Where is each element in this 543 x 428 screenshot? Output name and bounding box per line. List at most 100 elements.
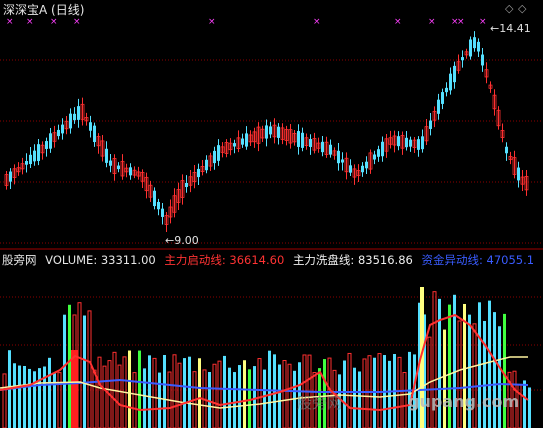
candle-body (361, 165, 364, 173)
nav-prev-icon[interactable]: ◇ (505, 2, 513, 15)
volume-bar (188, 356, 191, 428)
volume-bar (457, 320, 462, 428)
candle-body (213, 150, 216, 164)
volume-bar (63, 314, 66, 428)
volume-bar (198, 358, 201, 428)
volume-bar (263, 369, 266, 428)
volume-bar (343, 360, 346, 428)
candle-body (9, 171, 12, 182)
candle-body (337, 150, 340, 164)
candle-body (405, 137, 408, 148)
candle-body (157, 201, 160, 210)
volume-bar (43, 366, 46, 428)
candle-body (105, 148, 108, 163)
volume-bar (287, 363, 292, 428)
candle-body (93, 125, 96, 143)
volume-bar (28, 368, 31, 428)
watermark-cn: 股旁网 (297, 394, 343, 412)
volume-bar (212, 363, 217, 428)
candle-body (153, 190, 156, 207)
candle-body (461, 57, 464, 61)
volume-bar (388, 360, 391, 428)
volume-bar (92, 369, 97, 428)
candle-body (69, 113, 72, 129)
marker-x: × (208, 17, 216, 27)
volume-bar (278, 364, 281, 428)
volume-bar (2, 373, 7, 428)
volume-bar (148, 355, 151, 428)
candle-body (197, 168, 200, 178)
candle-body (29, 154, 32, 165)
volume-bar (48, 357, 51, 428)
volume-bar (128, 350, 131, 428)
candle-body (57, 129, 60, 137)
volume-bar (71, 350, 78, 428)
candle-body (89, 122, 92, 131)
marker-x: × (26, 17, 34, 27)
candle-body (265, 125, 268, 139)
candle-body (381, 141, 384, 157)
candle-body (245, 133, 248, 147)
volume-bar (253, 366, 256, 428)
volume-bar (163, 355, 166, 428)
candle-body (161, 208, 164, 217)
candle-body (185, 182, 188, 188)
volume-bar (397, 356, 402, 428)
volume-bar (377, 353, 382, 428)
volume-bar (183, 358, 186, 428)
volume-bar (443, 329, 446, 428)
volume-bar (23, 365, 26, 428)
marker-x: × (394, 17, 402, 27)
candle-body (477, 41, 480, 52)
indicator-name: 股旁网 (2, 253, 37, 267)
watermark-en: gupang.com (408, 392, 520, 411)
nav-next-icon[interactable]: ◇ (518, 2, 526, 15)
volume-bar (362, 358, 367, 428)
candle-body (469, 39, 472, 57)
marker-x: × (479, 17, 487, 27)
volume-bar (523, 380, 526, 428)
volume-bar (177, 362, 182, 428)
volume-bar (102, 365, 107, 428)
volume-bar (243, 360, 246, 428)
candle-body (437, 99, 440, 114)
candle-body (61, 124, 64, 134)
volume-bar (223, 355, 226, 428)
candle-body (473, 37, 476, 49)
volume-bar (347, 352, 352, 428)
volume-value: VOLUME: 33311.00 (45, 253, 156, 267)
kline-chart[interactable]: × × × × × × × × ×× × ←14.41←9.00 (0, 0, 543, 428)
candle-body (329, 144, 332, 155)
candle-body (49, 133, 52, 149)
marker-x: × (6, 17, 14, 27)
candle-body (421, 136, 424, 150)
candle-body (73, 113, 76, 121)
volume-bar (138, 350, 141, 428)
candle-body (297, 131, 300, 147)
candle-body (409, 139, 412, 147)
line3-value: 资金异动线: 47055.1 (421, 253, 535, 267)
line2-value: 主力洗盘线: 83516.86 (292, 253, 413, 267)
volume-bar (498, 326, 501, 428)
candle-body (109, 160, 112, 166)
candle-body (449, 73, 452, 91)
volume-bar (13, 363, 16, 428)
stock-title: 深深宝A (日线) (3, 3, 85, 17)
candle-body (377, 149, 380, 157)
volume-bar (77, 302, 82, 428)
candle-body (429, 120, 432, 129)
candle-body (217, 145, 220, 161)
volume-bar (233, 372, 236, 428)
volume-bar (18, 365, 21, 428)
volume-bar (33, 371, 36, 428)
indicator-legend: 股旁网 VOLUME: 33311.00 主力启动线: 36614.60 主力洗… (2, 252, 539, 268)
volume-bar (483, 320, 486, 428)
volume-bar (87, 310, 92, 428)
volume-bar (248, 369, 251, 428)
marker-x: × (50, 17, 58, 27)
candle-body (445, 87, 448, 93)
candle-body (441, 92, 444, 104)
volume-bar (53, 373, 56, 428)
volume-bar (257, 358, 262, 428)
volume-bar (158, 372, 161, 428)
